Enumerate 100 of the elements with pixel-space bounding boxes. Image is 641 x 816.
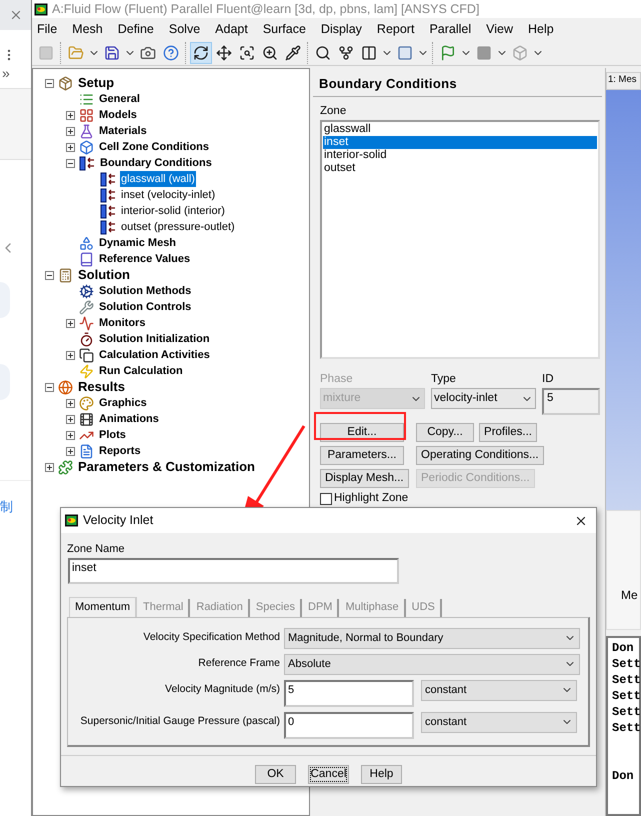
zone-name-field[interactable]: inset: [68, 558, 399, 584]
expand-toggle[interactable]: [45, 462, 54, 472]
expand-toggle[interactable]: [66, 126, 75, 136]
collapse-toggle[interactable]: [45, 270, 54, 280]
rotate-button[interactable]: [190, 42, 212, 64]
console-line: Sett: [612, 656, 639, 672]
menu-item[interactable]: Help: [528, 20, 554, 38]
expand-toggle[interactable]: [66, 398, 75, 408]
plus-icon: [67, 416, 74, 422]
type-select[interactable]: velocity-inlet: [431, 388, 536, 409]
menu-item[interactable]: Surface: [262, 20, 306, 38]
tree-item[interactable]: Dynamic Mesh: [98, 234, 178, 252]
method-select[interactable]: Magnitude, Normal to Boundary: [284, 628, 580, 648]
tree-item[interactable]: General: [98, 90, 141, 108]
tree-item[interactable]: Solution Initialization: [98, 330, 211, 348]
expand-toggle[interactable]: [66, 318, 75, 328]
tree-item[interactable]: Solution Methods: [98, 282, 192, 300]
app-icon: [64, 514, 79, 527]
timer-icon: [79, 332, 94, 346]
save-icon: [104, 44, 120, 60]
tree-item[interactable]: outset (pressure-outlet): [120, 218, 236, 236]
tree-item[interactable]: Results: [77, 377, 126, 397]
collapse-toggle[interactable]: [45, 78, 54, 88]
dialog-button[interactable]: OK: [255, 764, 296, 784]
expand-toggle[interactable]: [66, 430, 75, 440]
value-field[interactable]: 0: [284, 712, 414, 738]
dialog-tab[interactable]: Momentum: [69, 596, 138, 616]
plus-icon: [67, 128, 74, 134]
palette-icon: [79, 396, 94, 410]
panel-button[interactable]: Operating Conditions...: [416, 446, 544, 465]
plus-icon: [67, 400, 74, 406]
console-line: Sett: [612, 704, 639, 720]
console-line: Don: [612, 640, 635, 656]
zone-item[interactable]: inset: [323, 136, 597, 149]
help-icon: [163, 44, 179, 60]
expand-glyph[interactable]: »: [2, 66, 31, 80]
dialog-button[interactable]: Cancel: [308, 764, 349, 784]
boundary-icon: [100, 220, 116, 234]
tree-item[interactable]: Monitors: [98, 314, 146, 332]
graphics-tab[interactable]: 1: Mes: [606, 72, 641, 90]
menu-item[interactable]: Define: [118, 20, 154, 38]
probe-icon: [285, 44, 301, 60]
panel-button[interactable]: Parameters...: [320, 446, 404, 465]
tree-item[interactable]: Cell Zone Conditions: [98, 138, 210, 156]
tree-item[interactable]: Solution Controls: [98, 298, 192, 316]
tree-item[interactable]: interior-solid (interior): [120, 202, 226, 220]
menu-item[interactable]: Adapt: [215, 20, 248, 38]
menu-item[interactable]: Display: [320, 20, 362, 38]
value-field[interactable]: 5: [284, 680, 414, 706]
zoom-icon: [239, 44, 255, 60]
tree-item[interactable]: Boundary Conditions: [99, 154, 213, 172]
plus-icon: [67, 320, 74, 326]
highlight-checkbox[interactable]: [320, 492, 332, 505]
tree-item[interactable]: Solution: [77, 265, 131, 285]
tree-item[interactable]: Calculation Activities: [98, 346, 211, 364]
sidebar-link[interactable]: 制: [0, 497, 31, 516]
tree-item[interactable]: Graphics: [98, 394, 148, 412]
expand-toggle[interactable]: [66, 142, 75, 152]
zone-name-label: Zone Name: [66, 542, 126, 557]
method-select[interactable]: Absolute: [284, 654, 580, 674]
tree-item[interactable]: Materials: [98, 122, 148, 140]
tree-item[interactable]: Parameters & Customization: [77, 457, 256, 477]
expand-toggle[interactable]: [66, 446, 75, 456]
zone-item[interactable]: glasswall: [323, 122, 597, 136]
boundary-icon: [100, 204, 116, 218]
panel-button[interactable]: Display Mesh...: [320, 469, 409, 488]
panel-button[interactable]: Profiles...: [479, 423, 537, 442]
tree-item[interactable]: glasswall (wall): [120, 170, 196, 188]
dialog-button[interactable]: Help: [361, 764, 402, 784]
zone-item[interactable]: outset: [323, 162, 597, 175]
tree-item[interactable]: Setup: [77, 73, 116, 93]
tree-item[interactable]: Reports: [98, 442, 142, 460]
menu-item[interactable]: View: [486, 20, 514, 38]
expand-toggle[interactable]: [66, 350, 75, 360]
tree-item[interactable]: inset (velocity-inlet): [120, 186, 216, 204]
expand-toggle[interactable]: [66, 414, 75, 424]
profile-select[interactable]: constant: [421, 712, 577, 732]
profile-select[interactable]: constant: [421, 680, 577, 700]
zone-item[interactable]: interior-solid: [323, 148, 597, 162]
plus-icon: [67, 448, 74, 454]
menu-item[interactable]: Parallel: [429, 20, 472, 38]
id-field[interactable]: 5: [542, 388, 600, 415]
id-label: ID: [542, 372, 554, 387]
plus-icon: [67, 112, 74, 118]
collapse-toggle[interactable]: [66, 158, 75, 168]
tree-item[interactable]: Models: [98, 106, 138, 124]
tree-item[interactable]: Animations: [98, 410, 160, 428]
tree-item[interactable]: Run Calculation: [98, 362, 184, 380]
panel-button[interactable]: Copy...: [416, 423, 474, 442]
menu-item[interactable]: File: [37, 20, 58, 38]
expand-toggle[interactable]: [66, 110, 75, 120]
tree-item[interactable]: Plots: [98, 426, 127, 444]
calculator-icon: [58, 268, 73, 282]
tree-item[interactable]: Reference Values: [98, 250, 192, 268]
menu-item[interactable]: Report: [376, 20, 414, 38]
menu-item[interactable]: Mesh: [72, 20, 103, 38]
flag-icon: [440, 44, 456, 60]
rotate-icon: [193, 44, 209, 60]
collapse-toggle[interactable]: [45, 382, 54, 392]
menu-item[interactable]: Solve: [168, 20, 200, 38]
